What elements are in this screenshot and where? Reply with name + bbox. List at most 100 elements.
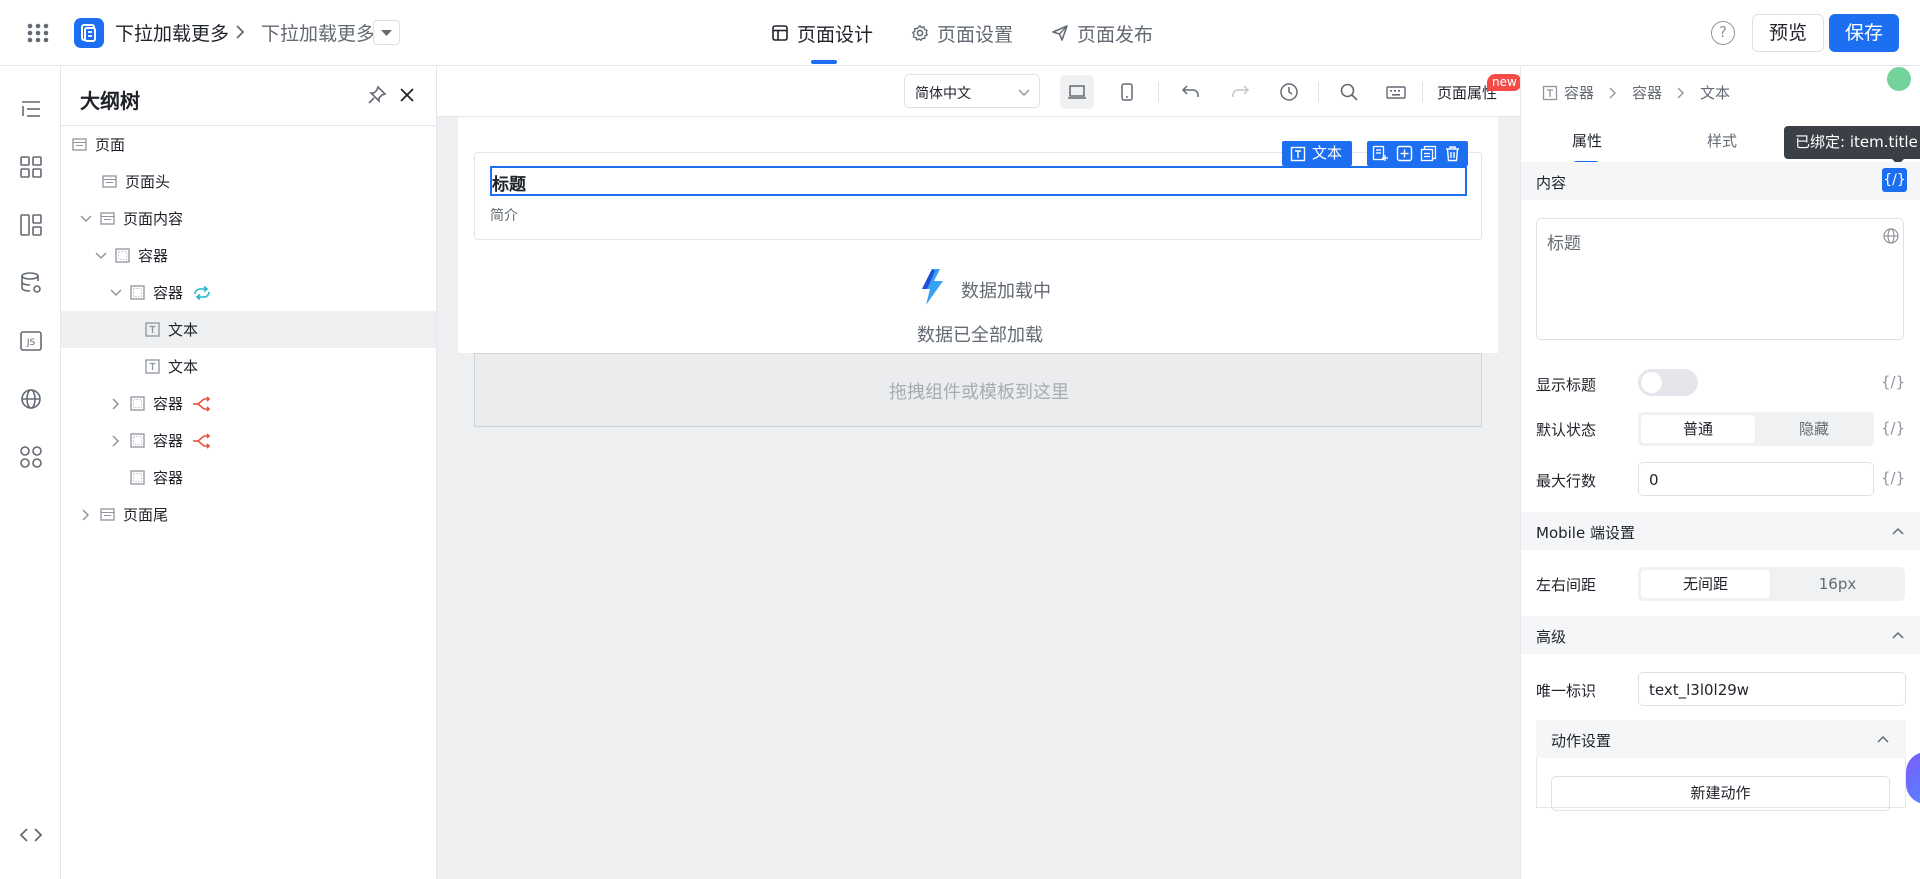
- section-label: 内容: [1536, 174, 1567, 192]
- section-actions[interactable]: 动作设置: [1536, 720, 1906, 758]
- outline-icon[interactable]: [18, 96, 44, 122]
- page-switch-dropdown[interactable]: [373, 20, 400, 45]
- show-title-label: 显示标题: [1536, 376, 1597, 394]
- chevron-down-icon[interactable]: [78, 211, 94, 227]
- app-name[interactable]: 下拉加载更多: [115, 19, 229, 46]
- variable-bind-button[interactable]: {/}: [1881, 469, 1905, 487]
- globe-icon[interactable]: [18, 386, 44, 412]
- top-bar: 下拉加载更多 下拉加载更多 页面设计 页面设置 页面发布 ? 预览 保存: [0, 0, 1920, 66]
- language-select[interactable]: 简体中文: [904, 74, 1040, 108]
- chevron-up-icon[interactable]: [1876, 732, 1890, 746]
- tree-node-text-selected[interactable]: 文本: [61, 311, 436, 348]
- tree-node-container[interactable]: 容器: [61, 459, 436, 496]
- save-button[interactable]: 保存: [1829, 14, 1899, 52]
- tree-node-container-branch[interactable]: 容器: [61, 422, 436, 459]
- breadcrumb-item[interactable]: 文本: [1700, 82, 1730, 103]
- chevron-up-icon[interactable]: [1891, 524, 1905, 538]
- apps-icon[interactable]: [18, 444, 44, 470]
- delete-icon[interactable]: [1444, 145, 1461, 162]
- show-title-toggle[interactable]: [1638, 369, 1698, 396]
- pin-icon[interactable]: [367, 85, 387, 105]
- max-lines-input[interactable]: 0: [1638, 462, 1874, 496]
- page-section-icon: [102, 175, 117, 188]
- tab-page-publish[interactable]: 页面发布: [1051, 0, 1153, 66]
- container-icon: [115, 248, 130, 263]
- state-option-normal[interactable]: 普通: [1641, 415, 1755, 443]
- copy-icon[interactable]: [1420, 145, 1437, 162]
- redo-button[interactable]: [1223, 75, 1257, 109]
- breadcrumb-item[interactable]: 容器: [1564, 82, 1594, 103]
- layout-icon[interactable]: [18, 212, 44, 238]
- tab-page-design[interactable]: 页面设计: [771, 0, 873, 66]
- tab-properties[interactable]: 属性: [1572, 130, 1602, 151]
- tree-node-container[interactable]: 容器: [61, 237, 436, 274]
- desktop-icon: [1068, 85, 1086, 99]
- component-actions: [1367, 141, 1468, 166]
- history-button[interactable]: [1272, 75, 1306, 109]
- breadcrumb-item[interactable]: 容器: [1632, 82, 1662, 103]
- chevron-up-icon[interactable]: [1891, 628, 1905, 642]
- search-button[interactable]: [1332, 75, 1366, 109]
- card-summary-text[interactable]: 简介: [490, 205, 518, 225]
- components-icon[interactable]: [18, 154, 44, 180]
- insert-after-icon[interactable]: [1372, 145, 1389, 162]
- add-icon[interactable]: [1396, 145, 1413, 162]
- state-option-hidden[interactable]: 隐藏: [1757, 415, 1871, 443]
- section-content: 内容 {/}: [1521, 162, 1920, 200]
- tree-node-page[interactable]: 页面: [61, 126, 436, 163]
- new-action-button[interactable]: 新建动作: [1551, 776, 1890, 811]
- chevron-down-icon: [1018, 89, 1030, 96]
- language-value: 简体中文: [915, 86, 971, 102]
- drop-zone[interactable]: 拖拽组件或模板到这里: [474, 353, 1482, 427]
- tree-node-container-branch[interactable]: 容器: [61, 385, 436, 422]
- page-section-icon: [100, 508, 115, 521]
- undo-button[interactable]: [1174, 75, 1208, 109]
- app-logo-icon: [74, 18, 104, 48]
- section-label: 动作设置: [1551, 732, 1612, 750]
- i18n-globe-icon[interactable]: [1882, 227, 1900, 245]
- tree-node-page-header[interactable]: 页面头: [61, 163, 436, 200]
- chevron-right-icon[interactable]: [108, 396, 124, 412]
- section-mobile[interactable]: Mobile 端设置: [1521, 512, 1920, 550]
- divider: [1318, 82, 1319, 102]
- section-advanced[interactable]: 高级: [1521, 616, 1920, 654]
- code-icon[interactable]: [18, 822, 44, 848]
- tree-node-label: 页面尾: [123, 506, 169, 524]
- tree-node-label: 容器: [153, 469, 184, 487]
- tree-node-text[interactable]: 文本: [61, 348, 436, 385]
- js-icon[interactable]: JS: [18, 328, 44, 354]
- variable-bind-button-active[interactable]: {/}: [1882, 168, 1907, 192]
- variable-bind-button[interactable]: {/}: [1881, 419, 1905, 437]
- datasource-icon[interactable]: [18, 270, 44, 296]
- chevron-down-icon[interactable]: [108, 285, 124, 301]
- page-name[interactable]: 下拉加载更多: [261, 19, 375, 46]
- app-grid-icon[interactable]: [24, 20, 52, 46]
- design-canvas[interactable]: 标题 简介 文本 数据加载中 数据已全部加载 拖拽组件或模板到这里: [437, 117, 1520, 879]
- variable-bind-button[interactable]: {/}: [1881, 373, 1905, 391]
- keyboard-button[interactable]: [1379, 75, 1413, 109]
- tree-node-page-content[interactable]: 页面内容: [61, 200, 436, 237]
- preview-button[interactable]: 预览: [1752, 14, 1824, 52]
- chevron-right-icon[interactable]: [108, 433, 124, 449]
- tab-page-settings[interactable]: 页面设置: [911, 0, 1013, 66]
- outline-title: 大纲树: [80, 89, 140, 113]
- drop-hint-text: 拖拽组件或模板到这里: [889, 382, 1069, 403]
- uid-input[interactable]: text_l3l0l29w: [1638, 672, 1906, 706]
- chevron-down-icon[interactable]: [93, 248, 109, 264]
- selected-text-outline[interactable]: [490, 166, 1467, 196]
- mobile-view-button[interactable]: [1110, 75, 1144, 109]
- padding-option-none[interactable]: 无间距: [1641, 570, 1770, 598]
- padding-label: 左右间距: [1536, 576, 1597, 594]
- default-state-segmented: 普通 隐藏: [1638, 412, 1874, 446]
- selected-component-tag[interactable]: 文本: [1282, 141, 1353, 166]
- help-icon[interactable]: ?: [1711, 21, 1735, 45]
- chevron-right-icon[interactable]: [78, 507, 94, 523]
- card-title-text[interactable]: 标题: [492, 170, 526, 195]
- content-textarea[interactable]: 标题: [1536, 218, 1904, 340]
- close-icon[interactable]: [397, 85, 417, 105]
- tree-node-container-loop[interactable]: 容器: [61, 274, 436, 311]
- desktop-view-button[interactable]: [1060, 75, 1094, 109]
- padding-option-16[interactable]: 16px: [1773, 570, 1902, 598]
- tab-style[interactable]: 样式: [1707, 130, 1737, 151]
- tree-node-page-footer[interactable]: 页面尾: [61, 496, 436, 533]
